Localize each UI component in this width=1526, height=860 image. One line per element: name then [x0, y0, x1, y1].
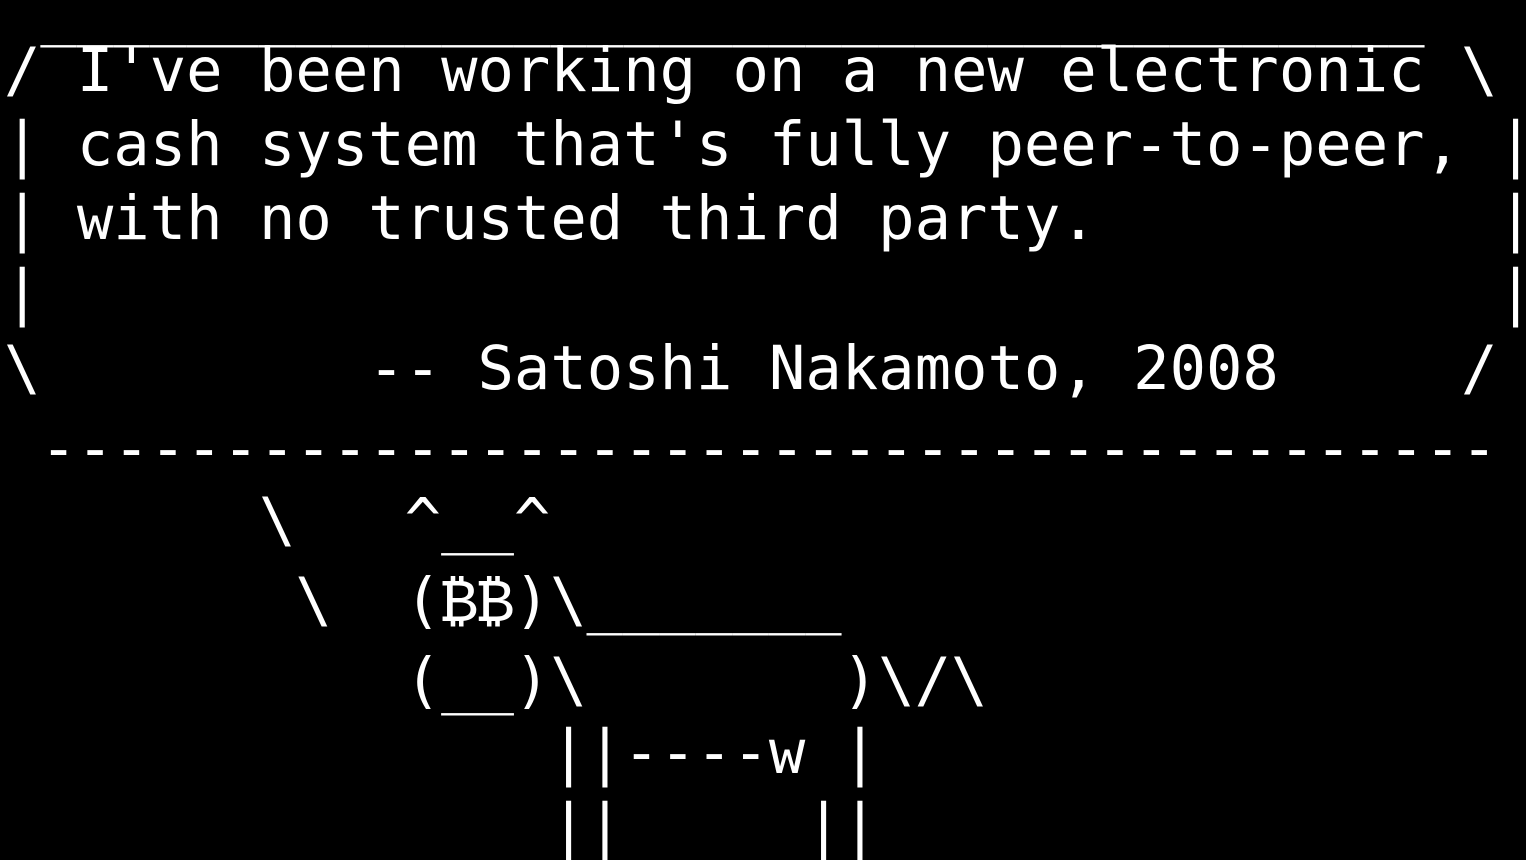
speech-bubble-line-1: / I've been working on a new electronic … — [4, 36, 1498, 106]
speech-bubble-line-3: | with no trusted third party. | — [4, 184, 1526, 254]
cow-ascii-line-1: \ ^__^ — [4, 486, 551, 556]
terminal-window: ______________________________________ /… — [0, 0, 1526, 860]
speech-bubble-attribution-line: \ -- Satoshi Nakamoto, 2008 / — [4, 334, 1498, 404]
speech-bubble-line-4: | | — [4, 258, 1526, 328]
cow-ascii-line-4: ||----w | — [4, 718, 879, 788]
speech-bubble-bottom-border: ---------------------------------------- — [4, 414, 1498, 484]
cow-ascii-line-3: (__)\ )\/\ — [4, 646, 988, 716]
cow-ascii-line-2: \ (₿₿)\_______ — [4, 566, 842, 636]
cow-ascii-line-5: || || — [4, 792, 879, 860]
speech-bubble-line-2: | cash system that's fully peer-to-peer,… — [4, 110, 1526, 180]
